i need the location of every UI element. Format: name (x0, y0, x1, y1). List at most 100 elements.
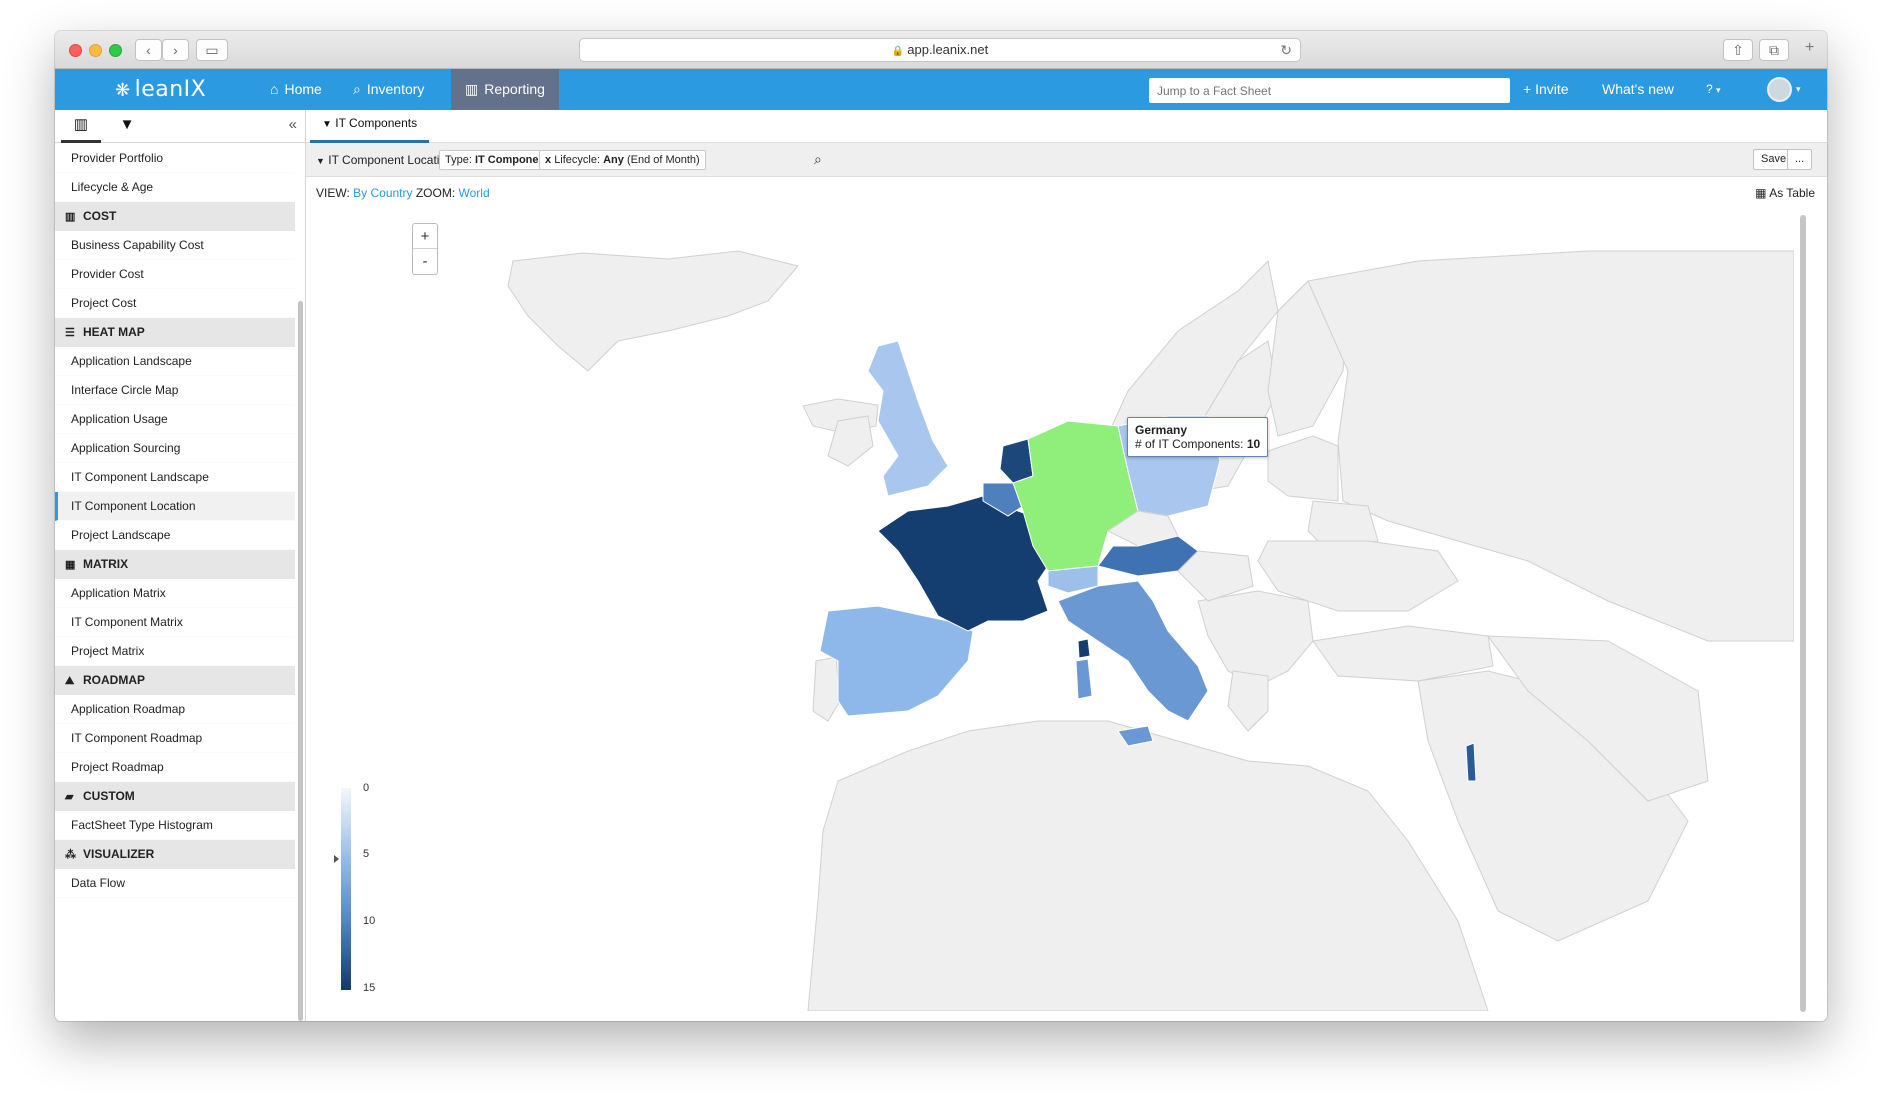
lifecycle-filter-chip[interactable]: x Lifecycle: Any (End of Month) (539, 150, 706, 170)
sidebar-item-interface-circle-map[interactable]: Interface Circle Map (55, 376, 295, 405)
view-selector: VIEW: By Country ZOOM: World (316, 186, 490, 200)
sidebar-item-application-landscape[interactable]: Application Landscape (55, 347, 295, 376)
report-sidebar: ▥ ▼ « Provider Portfolio Lifecycle & Age ▥… (55, 110, 306, 1021)
reload-icon[interactable]: ↻ (1280, 39, 1292, 61)
search-icon[interactable]: ⌕ (814, 151, 822, 168)
leanix-logo[interactable]: ❋ leanIX (115, 77, 206, 102)
sidebar-item-project-landscape[interactable]: Project Landscape (55, 521, 295, 550)
legend-tick-5: 5 (363, 848, 370, 860)
caret-down-icon: ▾ (1716, 85, 1721, 95)
tab-it-components[interactable]: ▼ IT Components (310, 110, 430, 143)
sidebar-section-label: MATRIX (83, 557, 129, 571)
country-uk (867, 340, 949, 497)
remove-filter-icon[interactable]: x (545, 154, 551, 166)
nav-reporting[interactable]: ▥ Reporting (451, 69, 559, 110)
sidebar-section-label: VISUALIZER (83, 847, 155, 861)
lock-icon: 🔒 (891, 46, 905, 57)
double-chevron-left-icon: « (288, 116, 297, 133)
zoom-out-button[interactable]: - (413, 249, 437, 274)
url-text: app.leanix.net (907, 42, 989, 57)
zoom-world-link[interactable]: World (459, 186, 490, 200)
legend-tick-10: 10 (363, 915, 376, 927)
country-corsica (1077, 638, 1091, 659)
grid-icon: ▦ (1755, 186, 1767, 200)
sidebar-item-application-usage[interactable]: Application Usage (55, 405, 295, 434)
report-main: ▼ IT Components ▼ IT Component Location … (306, 110, 1827, 1021)
sidebar-item-application-roadmap[interactable]: Application Roadmap (55, 695, 295, 724)
filter-bar: ▼ IT Component Location Type: IT Compone… (306, 143, 1827, 177)
sidebar-item-project-matrix[interactable]: Project Matrix (55, 637, 295, 666)
nav-inventory[interactable]: ⌕ Inventory (339, 69, 438, 110)
sidebar-section-label: HEAT MAP (83, 325, 145, 339)
app-navbar: ❋leanIX ⌂Home ⌕Inventory ▥Reporting + In… (55, 69, 1827, 110)
legend-tick-0: 0 (363, 782, 370, 794)
help-menu-button[interactable]: ? ▾ (1706, 69, 1721, 110)
forward-button[interactable]: › (162, 39, 189, 61)
world-map[interactable] (408, 221, 1794, 1011)
tabs-button[interactable]: ⧉ (1759, 39, 1789, 61)
leanix-logo-icon: ❋ (115, 80, 131, 101)
map-tooltip: Germany # of IT Components: 10 (1127, 417, 1269, 457)
plus-icon: + (1805, 39, 1815, 56)
share-button[interactable]: ⇧ (1723, 39, 1753, 61)
map-zoom-control: + - (412, 223, 438, 275)
legend-marker (334, 855, 339, 863)
sidebar-section-label: CUSTOM (83, 789, 135, 803)
sidebar-item-provider-portfolio[interactable]: Provider Portfolio (55, 144, 295, 173)
sidebar-toggle-button[interactable]: ▭ (196, 39, 228, 61)
more-options-button[interactable]: ... (1787, 149, 1813, 170)
sidebar-item-lifecycle-age[interactable]: Lifecycle & Age (55, 173, 295, 202)
country-greenland (507, 250, 799, 372)
sidebar-item-application-sourcing[interactable]: Application Sourcing (55, 434, 295, 463)
sidebar-item-it-component-landscape[interactable]: IT Component Landscape (55, 463, 295, 492)
sidebar-item-business-capability-cost[interactable]: Business Capability Cost (55, 231, 295, 260)
user-avatar[interactable] (1767, 77, 1792, 102)
zoom-window-button[interactable] (109, 44, 122, 57)
sidebar-icon: ▭ (205, 42, 219, 58)
tabs-icon: ⧉ (1769, 42, 1779, 58)
map-svg (507, 250, 1794, 1011)
report-title-dropdown[interactable]: ▼ IT Component Location (316, 143, 453, 178)
close-window-button[interactable] (69, 44, 82, 57)
road-icon: ⛰ (65, 675, 75, 687)
collapse-sidebar-button[interactable]: « (289, 116, 297, 133)
sidebar-item-project-roadmap[interactable]: Project Roadmap (55, 753, 295, 782)
zoom-in-button[interactable]: + (413, 224, 437, 249)
tab-reports[interactable]: ▥ (61, 115, 101, 143)
sidebar-section-label: COST (83, 209, 117, 223)
tooltip-country: Germany (1135, 423, 1188, 437)
sidebar-section-visualizer: ⁂ VISUALIZER (55, 840, 295, 869)
country-israel (1465, 742, 1477, 782)
search-icon: ⌕ (353, 81, 361, 97)
type-filter-chip[interactable]: Type: IT Component (439, 150, 555, 170)
nav-home[interactable]: ⌂ Home (256, 69, 336, 110)
sidebar-item-application-matrix[interactable]: Application Matrix (55, 579, 295, 608)
sidebar-section-label: ROADMAP (83, 673, 145, 687)
sidebar-item-it-component-matrix[interactable]: IT Component Matrix (55, 608, 295, 637)
sidebar-section-heat-map: ☰ HEAT MAP (55, 318, 295, 347)
main-scrollbar[interactable] (1800, 215, 1806, 1012)
address-bar[interactable]: 🔒 app.leanix.net ↻ (579, 38, 1301, 62)
view-by-country-link[interactable]: By Country (353, 186, 412, 200)
invite-button[interactable]: + Invite (1523, 69, 1569, 110)
chevron-left-icon: ‹ (146, 42, 151, 58)
caret-down-icon[interactable]: ▾ (1796, 69, 1801, 110)
browser-toolbar: ‹ › ▭ 🔒 app.leanix.net ↻ ⇧ ⧉ + (55, 31, 1827, 69)
sidebar-item-it-component-location[interactable]: IT Component Location (55, 492, 295, 521)
as-table-button[interactable]: ▦ As Table (1755, 186, 1815, 200)
sidebar-item-project-cost[interactable]: Project Cost (55, 289, 295, 318)
tab-filter[interactable]: ▼ (107, 115, 147, 143)
legend-tick-15: 15 (363, 982, 376, 994)
back-button[interactable]: ‹ (135, 39, 162, 61)
sidebar-item-factsheet-type-histogram[interactable]: FactSheet Type Histogram (55, 811, 295, 840)
sidebar-scrollbar[interactable] (298, 301, 303, 1021)
sidebar-item-data-flow[interactable]: Data Flow (55, 869, 295, 898)
sidebar-item-it-component-roadmap[interactable]: IT Component Roadmap (55, 724, 295, 753)
jump-to-fact-sheet-input[interactable] (1149, 78, 1510, 103)
minimize-window-button[interactable] (89, 44, 102, 57)
new-tab-button[interactable]: + (1805, 39, 1814, 57)
sidebar-item-provider-cost[interactable]: Provider Cost (55, 260, 295, 289)
country-balkans (1197, 590, 1314, 687)
country-greece (1227, 670, 1269, 732)
whats-new-link[interactable]: What's new (1602, 69, 1674, 110)
